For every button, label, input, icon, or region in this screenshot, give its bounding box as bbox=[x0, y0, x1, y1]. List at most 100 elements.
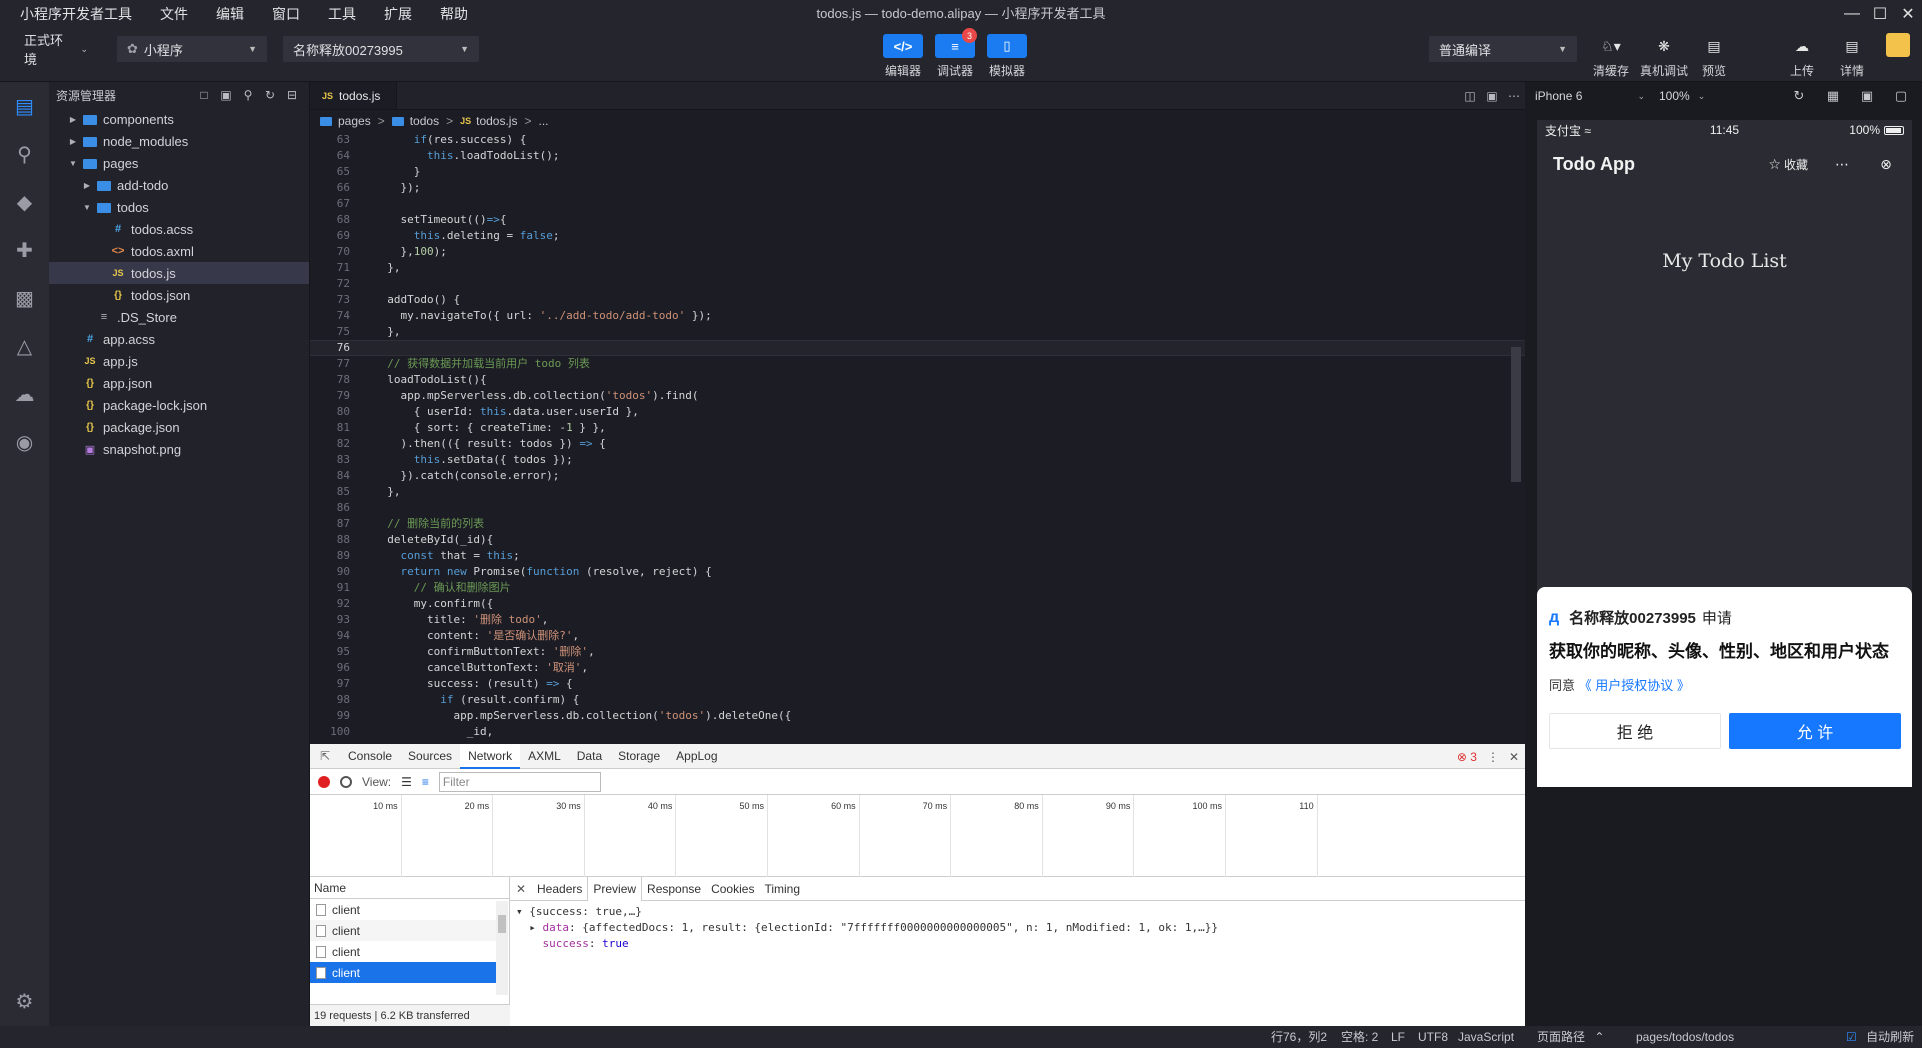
code-line[interactable]: 78 loadTodoList(){ bbox=[310, 372, 1525, 388]
menu-window[interactable]: 窗口 bbox=[258, 4, 314, 24]
cloud-icon[interactable]: ☁ bbox=[0, 370, 49, 418]
tree-item[interactable]: ▶ components bbox=[49, 108, 309, 130]
request-row[interactable]: client bbox=[310, 899, 496, 920]
request-list-scrollbar[interactable] bbox=[496, 901, 508, 995]
tab-headers[interactable]: Headers bbox=[532, 877, 587, 901]
tab-sources[interactable]: Sources bbox=[400, 744, 460, 769]
more-actions-icon[interactable]: ⋯ bbox=[1503, 89, 1525, 103]
page-path-toggle[interactable]: 页面路径 ⌃ bbox=[1537, 1026, 1604, 1048]
code-line[interactable]: 91 // 确认和删除图片 bbox=[310, 580, 1525, 596]
code-line[interactable]: 85 }, bbox=[310, 484, 1525, 500]
clear-icon[interactable] bbox=[340, 775, 352, 788]
reload-icon[interactable]: ↻ bbox=[1782, 88, 1816, 104]
code-line[interactable]: 96 cancelButtonText: '取消', bbox=[310, 660, 1525, 676]
breadcrumb-item[interactable]: todos.js bbox=[476, 114, 517, 128]
inspect-element-icon[interactable]: ⇱ bbox=[310, 749, 340, 763]
code-line[interactable]: 92 my.confirm({ bbox=[310, 596, 1525, 612]
language-mode[interactable]: JavaScript bbox=[1458, 1026, 1514, 1048]
menu-tools[interactable]: 工具 bbox=[314, 4, 370, 24]
code-line[interactable]: 97 success: (result) => { bbox=[310, 676, 1525, 692]
device-select[interactable]: iPhone 6 ⌄ bbox=[1535, 89, 1645, 103]
favorite-button[interactable]: ☆ 收藏 bbox=[1758, 150, 1818, 178]
code-line[interactable]: 76 bbox=[310, 340, 1525, 356]
tree-item[interactable]: {} app.json bbox=[49, 372, 309, 394]
simulator-mode-button[interactable]: ▯ 模拟器 bbox=[985, 34, 1029, 79]
avatar[interactable] bbox=[1886, 33, 1910, 57]
code-line[interactable]: 72 bbox=[310, 276, 1525, 292]
devtools-close-icon[interactable]: ✕ bbox=[1509, 750, 1519, 764]
code-line[interactable]: 84 }).catch(console.error); bbox=[310, 468, 1525, 484]
preview-button[interactable]: ▤ 预览 bbox=[1701, 34, 1727, 79]
breadcrumb-item[interactable]: pages bbox=[338, 114, 371, 128]
details-button[interactable]: ▤ 详情 bbox=[1839, 34, 1865, 79]
code-line[interactable]: 63 if(res.success) { bbox=[310, 132, 1525, 148]
tree-item[interactable]: JS app.js bbox=[49, 350, 309, 372]
upload-button[interactable]: ☁ 上传 bbox=[1789, 34, 1815, 79]
code-line[interactable]: 69 this.deleting = false; bbox=[310, 228, 1525, 244]
git-icon[interactable]: ◆ bbox=[0, 178, 49, 226]
tree-item[interactable]: {} package-lock.json bbox=[49, 394, 309, 416]
tree-item[interactable]: ▶ node_modules bbox=[49, 130, 309, 152]
preview-data-row[interactable]: ▸ data: {affectedDocs: 1, result: {elect… bbox=[516, 920, 1519, 936]
debugger-mode-button[interactable]: ≡ 3 调试器 bbox=[933, 28, 977, 79]
tab-cookies[interactable]: Cookies bbox=[706, 877, 759, 901]
close-icon[interactable]: ✕ bbox=[1894, 0, 1922, 28]
list-view-icon[interactable]: ☰ bbox=[401, 775, 412, 789]
exit-icon[interactable]: ⊗ bbox=[1866, 150, 1906, 178]
code-line[interactable]: 67 bbox=[310, 196, 1525, 212]
tab-todos-js[interactable]: JS todos.js bbox=[310, 82, 398, 109]
inspect-icon[interactable]: ▣ bbox=[1850, 88, 1884, 104]
tree-item[interactable]: # todos.acss bbox=[49, 218, 309, 240]
code-line[interactable]: 71 }, bbox=[310, 260, 1525, 276]
agreement-link[interactable]: 《 用户授权协议 》 bbox=[1579, 678, 1690, 693]
code-line[interactable]: 79 app.mpServerless.db.collection('todos… bbox=[310, 388, 1525, 404]
app-name-select[interactable]: 名称释放00273995 ▼ bbox=[283, 36, 479, 62]
allow-button[interactable]: 允 许 bbox=[1729, 713, 1901, 749]
code-area[interactable]: 63 if(res.success) {64 this.loadTodoList… bbox=[310, 132, 1525, 744]
editor-mode-button[interactable]: </> 编辑器 bbox=[881, 34, 925, 79]
code-line[interactable]: 99 app.mpServerless.db.collection('todos… bbox=[310, 708, 1525, 724]
code-line[interactable]: 74 my.navigateTo({ url: '../add-todo/add… bbox=[310, 308, 1525, 324]
name-column-header[interactable]: Name bbox=[310, 877, 509, 899]
code-line[interactable]: 88 deleteById(_id){ bbox=[310, 532, 1525, 548]
tab-preview[interactable]: Preview bbox=[587, 876, 643, 901]
monitor-icon[interactable]: ◉ bbox=[0, 418, 49, 466]
tab-response[interactable]: Response bbox=[642, 877, 706, 901]
breadcrumb-item[interactable]: ... bbox=[538, 114, 548, 128]
request-row[interactable]: client bbox=[310, 962, 496, 983]
new-file-icon[interactable]: □ bbox=[193, 88, 215, 102]
device-debug-button[interactable]: ❋ 真机调试 bbox=[1640, 34, 1688, 79]
menu-edit[interactable]: 编辑 bbox=[202, 4, 258, 24]
cursor-position[interactable]: 行76，列2 bbox=[1271, 1026, 1327, 1048]
tab-applog[interactable]: AppLog bbox=[668, 744, 725, 769]
code-line[interactable]: 95 confirmButtonText: '删除', bbox=[310, 644, 1525, 660]
menu-help[interactable]: 帮助 bbox=[426, 4, 482, 24]
code-line[interactable]: 100 _id, bbox=[310, 724, 1525, 740]
compile-mode-select[interactable]: 普通编译 ▼ bbox=[1429, 36, 1577, 62]
detach-window-icon[interactable]: ▢ bbox=[1884, 88, 1918, 104]
app-type-select[interactable]: ✿ 小程序 ▼ bbox=[117, 36, 267, 62]
settings-gear-icon[interactable]: ⚙ bbox=[0, 989, 49, 1014]
code-line[interactable]: 86 bbox=[310, 500, 1525, 516]
code-line[interactable]: 83 this.setData({ todos }); bbox=[310, 452, 1525, 468]
code-line[interactable]: 75 }, bbox=[310, 324, 1525, 340]
filter-input[interactable]: Filter bbox=[438, 771, 601, 792]
tab-axml[interactable]: AXML bbox=[520, 744, 569, 769]
encoding[interactable]: UTF8 bbox=[1418, 1026, 1448, 1048]
tree-item[interactable]: ▼ todos bbox=[49, 196, 309, 218]
tree-item[interactable]: ≡ .DS_Store bbox=[49, 306, 309, 328]
tree-item[interactable]: JS todos.js bbox=[49, 262, 309, 284]
code-line[interactable]: 82 ).then(({ result: todos }) => { bbox=[310, 436, 1525, 452]
code-line[interactable]: 77 // 获得数据并加载当前用户 todo 列表 bbox=[310, 356, 1525, 372]
clear-cache-button[interactable]: ♘▾ 清缓存 bbox=[1593, 34, 1629, 79]
collapse-all-icon[interactable]: ⊟ bbox=[281, 88, 303, 102]
code-line[interactable]: 93 title: '删除 todo', bbox=[310, 612, 1525, 628]
record-icon[interactable] bbox=[318, 775, 330, 788]
code-line[interactable]: 64 this.loadTodoList(); bbox=[310, 148, 1525, 164]
extensions-icon[interactable]: ✚ bbox=[0, 226, 49, 274]
code-line[interactable]: 65 } bbox=[310, 164, 1525, 180]
request-row[interactable]: client bbox=[310, 920, 496, 941]
scroll-thumb[interactable] bbox=[498, 915, 506, 933]
search-icon[interactable]: ⚲ bbox=[0, 130, 49, 178]
tree-item[interactable]: ▼ pages bbox=[49, 152, 309, 174]
